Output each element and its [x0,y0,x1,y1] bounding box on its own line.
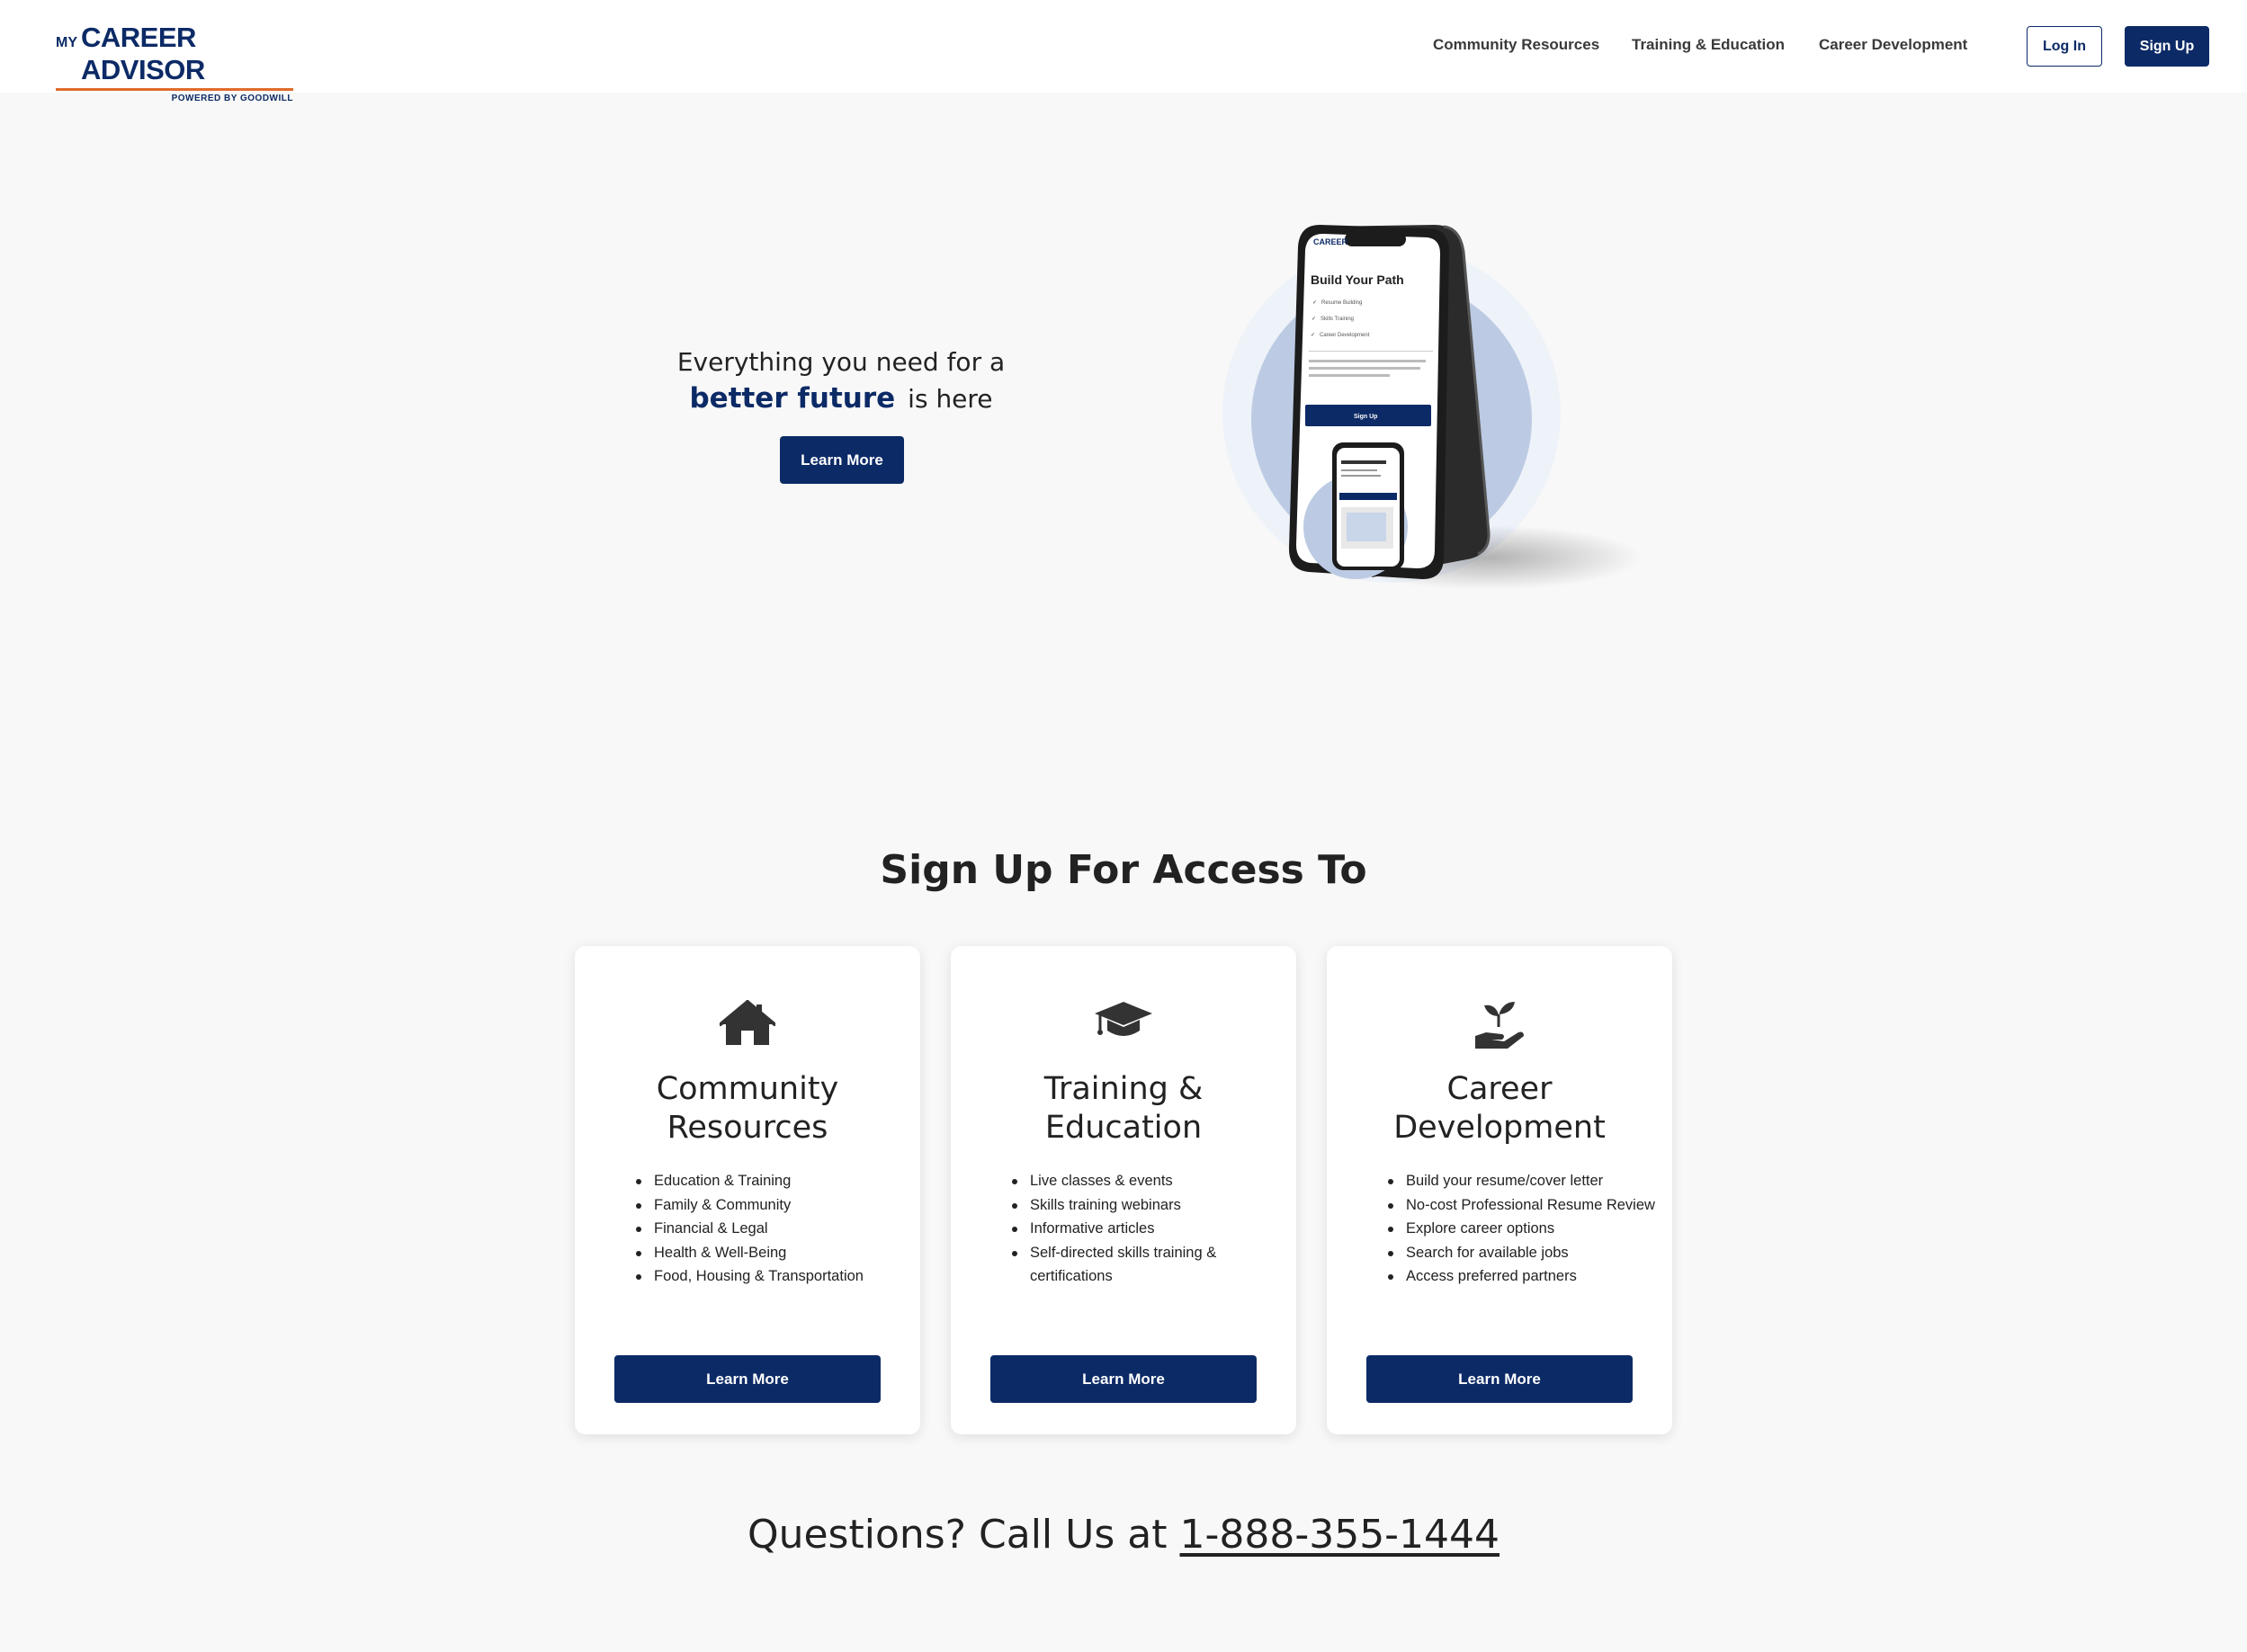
card-title: Training & Education [1043,1071,1204,1146]
nav-career-development[interactable]: Career Development [1819,36,1967,54]
logo-name-text: CAREER ADVISOR [81,22,205,85]
phone-check-2: Skills Training [1320,317,1354,322]
card-title: Career Development [1393,1071,1606,1146]
list-item: Skills training webinars [1012,1193,1282,1218]
nav-training-education[interactable]: Training & Education [1632,36,1785,54]
list-item: Live classes & events [1012,1169,1282,1193]
house-icon [720,1000,775,1045]
svg-text:✓: ✓ [1311,333,1315,338]
list-item: Financial & Legal [636,1217,906,1241]
list-item: Access preferred partners [1388,1264,1658,1289]
svg-text:✓: ✓ [1311,317,1316,322]
list-item: Family & Community [636,1193,906,1218]
phone-screen-title: Build Your Path [1311,272,1404,287]
list-item: Food, Housing & Transportation [636,1264,906,1289]
card-community-resources: Community Resources Education & Training… [575,946,920,1434]
list-item: Education & Training [636,1169,906,1193]
questions-text: Questions? Call Us at [747,1512,1168,1558]
phone-check-1: Resume Building [1321,300,1362,306]
list-item: Health & Well-Being [636,1241,906,1265]
hero-headline: Everything you need for a better future i… [630,347,1052,415]
questions-callout: Questions? Call Us at 1-888-355-1444 [0,1512,2247,1558]
card-training-education: Training & Education Live classes & even… [951,946,1296,1434]
nav-community-resources[interactable]: Community Resources [1433,36,1599,54]
hero-line-1: Everything you need for a [676,347,1006,377]
list-item: Build your resume/cover letter [1388,1169,1658,1193]
signup-button[interactable]: Sign Up [2125,26,2209,67]
list-item: No-cost Professional Resume Review [1388,1193,1658,1218]
hero-line-2-rest: is here [908,384,993,414]
hand-seedling-icon [1475,1002,1524,1049]
site-header: MY CAREER ADVISOR POWERED BY GOODWILL Co… [0,0,2247,103]
phone-signup-label: Sign Up [1354,414,1377,420]
svg-text:CAREER: CAREER [1313,237,1348,246]
my-career-advisor-logo[interactable]: MY CAREER ADVISOR POWERED BY GOODWILL [56,22,299,103]
list-item: Informative articles [1012,1217,1282,1241]
section-title: Sign Up For Access To [880,847,1367,893]
phone-illustration: CAREER Build Your Path ✓ Resume Building… [1219,216,1651,612]
card-title: Community Resources [656,1071,839,1146]
community-learn-more-button[interactable]: Learn More [614,1355,881,1403]
card-feature-list: Build your resume/cover letter No-cost P… [1388,1169,1658,1289]
logo-my-text: MY [56,35,77,50]
card-feature-list: Education & Training Family & Community … [636,1169,906,1289]
card-career-development: Career Development Build your resume/cov… [1327,946,1672,1434]
phone-number-link[interactable]: 1-888-355-1444 [1179,1512,1499,1558]
list-item: Search for available jobs [1388,1241,1658,1265]
svg-text:✓: ✓ [1312,300,1317,306]
list-item: Self-directed skills training & certific… [1012,1241,1282,1289]
training-learn-more-button[interactable]: Learn More [990,1355,1257,1403]
list-item: Explore career options [1388,1217,1658,1241]
card-feature-list: Live classes & events Skills training we… [1012,1169,1282,1289]
hero-learn-more-button[interactable]: Learn More [780,436,904,484]
phone-mockup-image: CAREER Build Your Path ✓ Resume Building… [1222,225,1642,590]
logo-underline [56,88,293,91]
login-button[interactable]: Log In [2027,26,2102,67]
phone-check-3: Career Development [1320,333,1370,338]
logo-powered-by: POWERED BY GOODWILL [171,94,293,103]
career-learn-more-button[interactable]: Learn More [1366,1355,1633,1403]
graduation-cap-icon [1095,1002,1152,1036]
hero-highlight: better future [689,382,896,415]
